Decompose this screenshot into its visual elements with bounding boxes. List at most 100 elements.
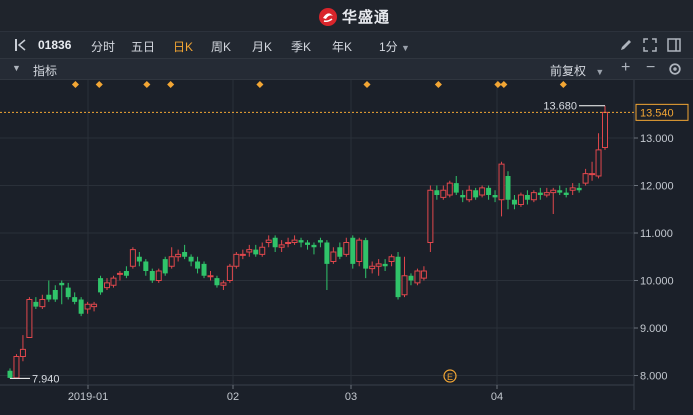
kline-chart[interactable]: 13.000 12.000 11.000 10.000 9.000 8.000 2019-… [0,80,693,410]
indicator-label[interactable]: 指标 [33,62,57,79]
candle [26,297,33,338]
candle-body [104,282,111,289]
candle-body [233,253,240,267]
candle [388,254,395,267]
event-diamond-icon[interactable] [559,80,567,89]
event-diamond-icon[interactable] [167,80,175,89]
candle-body [143,261,149,271]
candle [382,259,388,271]
candle [446,180,453,198]
expand-icon[interactable] [642,37,658,53]
candle-body [498,163,505,201]
candle-body [207,275,214,278]
candle-body [517,194,524,205]
event-diamond-icon[interactable] [434,80,442,89]
candle [91,301,98,312]
candle-body [168,256,175,267]
candle-body [136,256,142,262]
candle-body [602,111,608,148]
candle [46,280,52,302]
candle [253,244,259,257]
candle-body [317,240,323,243]
candle-body [324,242,330,264]
candle-body [343,242,350,255]
candle-body [408,275,414,281]
candle-body [388,256,395,262]
candle [498,161,505,217]
event-diamond-icon[interactable] [71,80,79,89]
candle-body [239,253,246,256]
earnings-event-letter: E [447,372,453,382]
candle-body [7,370,13,378]
candle-body [401,275,408,296]
candle-body [440,189,447,198]
toolbar: 01836 分时 五日 日K 周K 月K 季K 年K 1分 ▼ [0,32,693,59]
candle-body [369,265,376,270]
candle [136,252,142,267]
x-tick-label: 04 [491,391,503,403]
x-tick-label: 2019-01 [68,391,108,403]
candle-body [214,278,220,286]
zoom-in-icon[interactable]: + [621,59,630,77]
candle [324,240,330,290]
candle-body [59,282,65,286]
candle-body [46,294,52,300]
candle-body [330,251,337,262]
tab-yearly-k[interactable]: 年K [332,38,352,55]
event-diamond-icon[interactable] [95,80,103,89]
adjust-select[interactable]: 前复权 ▼ [550,62,604,79]
candle-body [98,278,104,293]
candle-body [337,247,343,257]
candle [155,268,162,283]
candle-body [311,244,317,248]
candle [589,161,596,181]
candle [543,187,550,198]
candle [453,176,459,195]
candle [201,261,207,279]
candle [78,297,84,317]
candle-body [511,199,517,205]
candle-body [116,272,123,275]
candle [59,280,65,305]
event-diamond-icon[interactable] [143,80,151,89]
candle-body [52,290,58,300]
candle-body [530,192,537,201]
event-diamond-icon[interactable] [363,80,371,89]
candle [33,297,39,309]
candle [595,133,602,179]
tab-monthly-k[interactable]: 月K [252,38,272,55]
tab-weekly-k[interactable]: 周K [211,38,231,55]
title-bar: 华盛通 [0,0,693,32]
candle-body [72,297,78,302]
candle-body [563,192,569,195]
tab-five-day[interactable]: 五日 [131,38,155,55]
minute-select[interactable]: 1分 ▼ [379,38,410,55]
candle-body [479,187,486,196]
candle [98,275,104,295]
stock-code: 01836 [38,38,72,52]
candle [265,235,272,248]
candle-body [375,263,382,267]
candle [505,171,511,210]
candle-body [492,195,498,198]
candle [305,240,310,250]
candle [524,190,530,205]
event-diamond-icon[interactable] [500,80,508,89]
indicator-toggle-icon[interactable]: ▼ [12,63,21,73]
draw-pen-icon[interactable] [618,37,634,53]
zoom-out-icon[interactable]: − [646,59,655,77]
side-panel-icon[interactable] [666,37,682,53]
tab-daily-k[interactable]: 日K [173,38,193,55]
tab-intraday[interactable]: 分时 [91,38,115,55]
candle [486,185,492,200]
candle-body [91,303,98,308]
y-tick-label: 12.000 [640,181,674,193]
settings-icon[interactable] [668,62,682,76]
tab-quarterly-k[interactable]: 季K [291,38,311,55]
candle [563,187,569,198]
collapse-panel-icon[interactable] [13,37,29,53]
candle-body [155,270,162,281]
event-diamond-icon[interactable] [256,80,264,89]
x-tick-label: 03 [345,391,357,403]
candle [473,187,479,200]
